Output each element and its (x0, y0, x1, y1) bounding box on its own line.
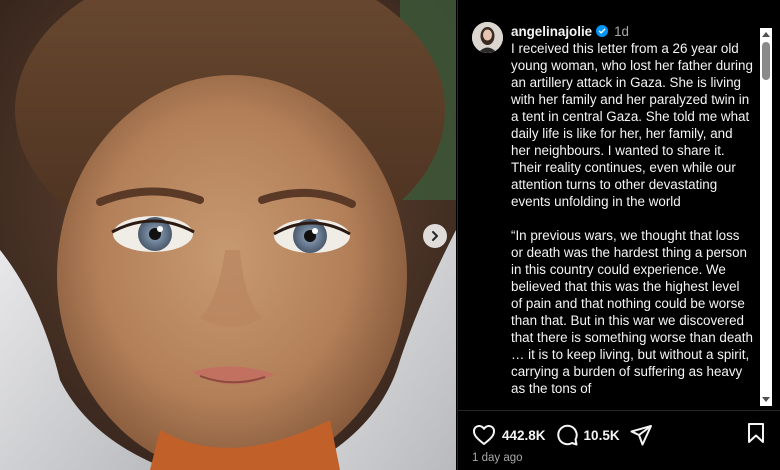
heart-icon (473, 425, 495, 445)
profile-photo (472, 22, 503, 53)
child-portrait-image (0, 0, 456, 470)
post-image[interactable] (0, 0, 456, 470)
comment-count[interactable]: 10.5K (584, 428, 620, 443)
next-image-button[interactable] (423, 224, 447, 248)
paper-plane-icon (630, 425, 652, 446)
avatar[interactable] (472, 22, 503, 53)
like-button[interactable]: 442.8K (472, 424, 546, 446)
post-caption: angelinajolie 1d I received this letter … (511, 22, 753, 397)
divider (458, 410, 780, 411)
comment-bubble-icon (556, 424, 578, 446)
post-time-long[interactable]: 1 day ago (472, 452, 523, 464)
post-actions: 442.8K 10.5K (472, 422, 766, 448)
caption-paragraph-1: I received this letter from a 26 year ol… (511, 41, 753, 209)
vertical-scrollbar[interactable] (760, 28, 772, 406)
post-details-panel: angelinajolie 1d I received this letter … (457, 0, 780, 470)
caption-scroll-area[interactable]: angelinajolie 1d I received this letter … (458, 10, 780, 410)
caption-header: angelinajolie 1d (511, 22, 753, 40)
post-time-short[interactable]: 1d (614, 23, 629, 40)
verified-badge-icon (596, 25, 609, 37)
share-button[interactable] (630, 424, 652, 446)
save-button[interactable] (746, 422, 766, 449)
scroll-down-arrow-icon[interactable] (760, 394, 772, 406)
scroll-up-arrow-icon[interactable] (760, 28, 772, 40)
caption-row: angelinajolie 1d I received this letter … (472, 22, 753, 397)
scrollbar-thumb[interactable] (762, 42, 770, 80)
username-link[interactable]: angelinajolie (511, 23, 592, 40)
chevron-right-icon (432, 231, 438, 241)
caption-paragraph-2: “In previous wars, we thought that loss … (511, 228, 753, 396)
like-count[interactable]: 442.8K (502, 428, 546, 443)
comment-button[interactable]: 10.5K (556, 424, 620, 446)
bookmark-icon (748, 422, 764, 443)
